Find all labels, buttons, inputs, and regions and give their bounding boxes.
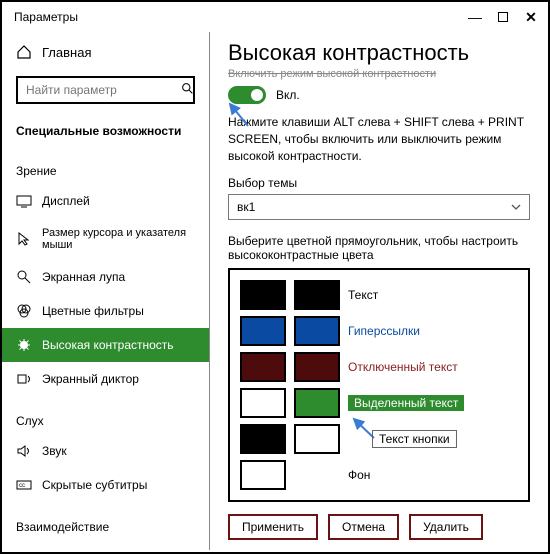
swatch-instruction: Выберите цветной прямоугольник, чтобы на… (228, 234, 530, 262)
home-icon (16, 44, 32, 60)
sidebar-item-cursor[interactable]: Размер курсора и указателя мыши (2, 218, 209, 260)
swatch-hyper-fg[interactable] (240, 316, 286, 346)
nav-label: Экранный диктор (42, 372, 139, 386)
sidebar-item-audio[interactable]: Звук (2, 434, 209, 468)
swatch-selected-bg[interactable] (294, 388, 340, 418)
swatch-button-bg[interactable] (294, 424, 340, 454)
sidebar-item-high-contrast[interactable]: Высокая контрастность (2, 328, 209, 362)
sidebar-item-display[interactable]: Дисплей (2, 184, 209, 218)
swatch-panel: Текст Гиперссылки Отключенный текст Выде… (228, 268, 530, 502)
swatch-background[interactable] (240, 460, 286, 490)
swatch-button-fg[interactable] (240, 424, 286, 454)
swatch-selected-fg[interactable] (240, 388, 286, 418)
high-contrast-icon (16, 337, 32, 353)
home-label: Главная (42, 45, 91, 60)
sidebar-item-narrator[interactable]: Экранный диктор (2, 362, 209, 396)
audio-icon (16, 443, 32, 459)
sidebar: Главная Специальные возможности Зрение Д… (2, 32, 210, 550)
special-section-title: Специальные возможности (2, 114, 209, 144)
nav-label: Дисплей (42, 194, 90, 208)
chevron-down-icon (511, 200, 521, 214)
theme-label: Выбор темы (228, 176, 530, 190)
swatch-label-selected: Выделенный текст (348, 395, 464, 411)
svg-text:cc: cc (19, 483, 25, 489)
swatch-label-background: Фон (348, 468, 370, 482)
captions-icon: cc (16, 477, 32, 493)
speech-icon (16, 549, 32, 550)
shortcut-hint: Нажмите клавиши ALT слева + SHIFT слева … (228, 114, 530, 164)
theme-value: вк1 (237, 200, 255, 214)
nav-label: Размер курсора и указателя мыши (42, 227, 195, 251)
nav-label: Высокая контрастность (42, 338, 174, 352)
toggle-label: Вкл. (276, 88, 300, 102)
search-input[interactable] (26, 83, 181, 97)
home-nav[interactable]: Главная (2, 38, 209, 66)
maximize-button[interactable] (498, 12, 508, 22)
swatch-label-text: Текст (348, 288, 378, 302)
hearing-section-title: Слух (2, 404, 209, 434)
content-pane: Высокая контрастность Включить режим выс… (210, 32, 548, 550)
nav-label: Цветные фильтры (42, 304, 144, 318)
search-box[interactable] (16, 76, 195, 104)
high-contrast-toggle[interactable] (228, 86, 266, 104)
swatch-label-button: Текст кнопки (372, 430, 457, 448)
swatch-text-fg[interactable] (240, 280, 286, 310)
cutoff-text: Включить режим высокой контрастности (228, 68, 530, 80)
sidebar-item-magnifier[interactable]: Экранная лупа (2, 260, 209, 294)
close-button[interactable]: ✕ (526, 12, 536, 22)
swatch-label-hyperlinks: Гиперссылки (348, 324, 420, 338)
sidebar-item-captions[interactable]: cc Скрытые субтитры (2, 468, 209, 502)
narrator-icon (16, 371, 32, 387)
interaction-section-title: Взаимодействие (2, 510, 209, 540)
nav-label: Звук (42, 444, 67, 458)
magnifier-icon (16, 269, 32, 285)
page-title: Высокая контрастность (228, 40, 530, 66)
swatch-disabled-bg[interactable] (294, 352, 340, 382)
display-icon (16, 193, 32, 209)
cursor-icon (16, 231, 32, 247)
apply-button[interactable]: Применить (228, 514, 318, 540)
sidebar-item-color-filters[interactable]: Цветные фильтры (2, 294, 209, 328)
sidebar-item-speech[interactable]: Голосовые функции (2, 540, 209, 550)
swatch-label-disabled: Отключенный текст (348, 360, 458, 374)
cancel-button[interactable]: Отмена (328, 514, 399, 540)
window-title: Параметры (14, 10, 78, 24)
swatch-hyper-bg[interactable] (294, 316, 340, 346)
minimize-button[interactable]: — (470, 12, 480, 22)
delete-button[interactable]: Удалить (409, 514, 483, 540)
swatch-disabled-fg[interactable] (240, 352, 286, 382)
swatch-text-bg[interactable] (294, 280, 340, 310)
nav-label: Экранная лупа (42, 270, 125, 284)
vision-section-title: Зрение (2, 154, 209, 184)
theme-select[interactable]: вк1 (228, 194, 530, 220)
search-icon (181, 82, 194, 98)
nav-label: Скрытые субтитры (42, 478, 147, 492)
color-filters-icon (16, 303, 32, 319)
